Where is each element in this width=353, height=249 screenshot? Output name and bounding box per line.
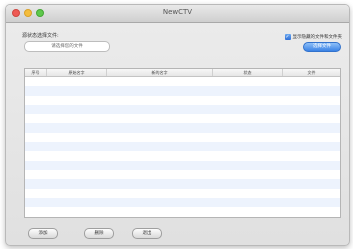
table-row[interactable] — [25, 133, 340, 142]
app-window: NewCTV 源状态选择文件: 请选择您的文件 ✓ 显示隐藏的文件和文件夹 选择… — [5, 4, 350, 246]
select-file-button[interactable]: 选择文件 — [303, 42, 341, 52]
column-header-new-name[interactable]: 新的名字 — [107, 69, 213, 76]
column-header-original-name[interactable]: 原始名字 — [47, 69, 107, 76]
table-row[interactable] — [25, 160, 340, 170]
quit-button[interactable]: 退出 — [132, 228, 162, 239]
table-row[interactable] — [25, 197, 340, 208]
file-path-field[interactable]: 请选择您的文件 — [24, 41, 110, 52]
table-row[interactable] — [25, 86, 340, 96]
table-row[interactable] — [25, 142, 340, 152]
checkbox-label: 显示隐藏的文件和文件夹 — [292, 35, 343, 40]
column-header-file[interactable]: 文件 — [283, 69, 340, 76]
show-hidden-option[interactable]: ✓ 显示隐藏的文件和文件夹 — [284, 34, 343, 40]
title-bar: NewCTV — [6, 5, 349, 23]
window-title: NewCTV — [162, 8, 193, 16]
table-row[interactable] — [25, 179, 340, 189]
source-label: 源状态选择文件: — [22, 33, 59, 39]
table-row[interactable] — [25, 114, 340, 123]
file-table: 序号 原始名字 新的名字 状态 文件 — [24, 68, 341, 218]
table-row[interactable] — [25, 170, 340, 179]
table-header: 序号 原始名字 新的名字 状态 文件 — [25, 69, 340, 77]
checkbox-checked-icon[interactable]: ✓ — [284, 34, 291, 40]
table-row[interactable] — [25, 189, 340, 198]
table-row[interactable] — [25, 207, 340, 216]
table-row[interactable] — [25, 104, 340, 115]
table-row[interactable] — [25, 151, 340, 160]
table-row[interactable] — [25, 77, 340, 86]
column-header-index[interactable]: 序号 — [25, 69, 47, 76]
table-row[interactable] — [25, 96, 340, 105]
table-row[interactable] — [25, 123, 340, 133]
column-header-status[interactable]: 状态 — [213, 69, 283, 76]
delete-button[interactable]: 删除 — [84, 228, 114, 239]
add-button[interactable]: 添加 — [28, 228, 58, 239]
table-body — [25, 77, 340, 216]
